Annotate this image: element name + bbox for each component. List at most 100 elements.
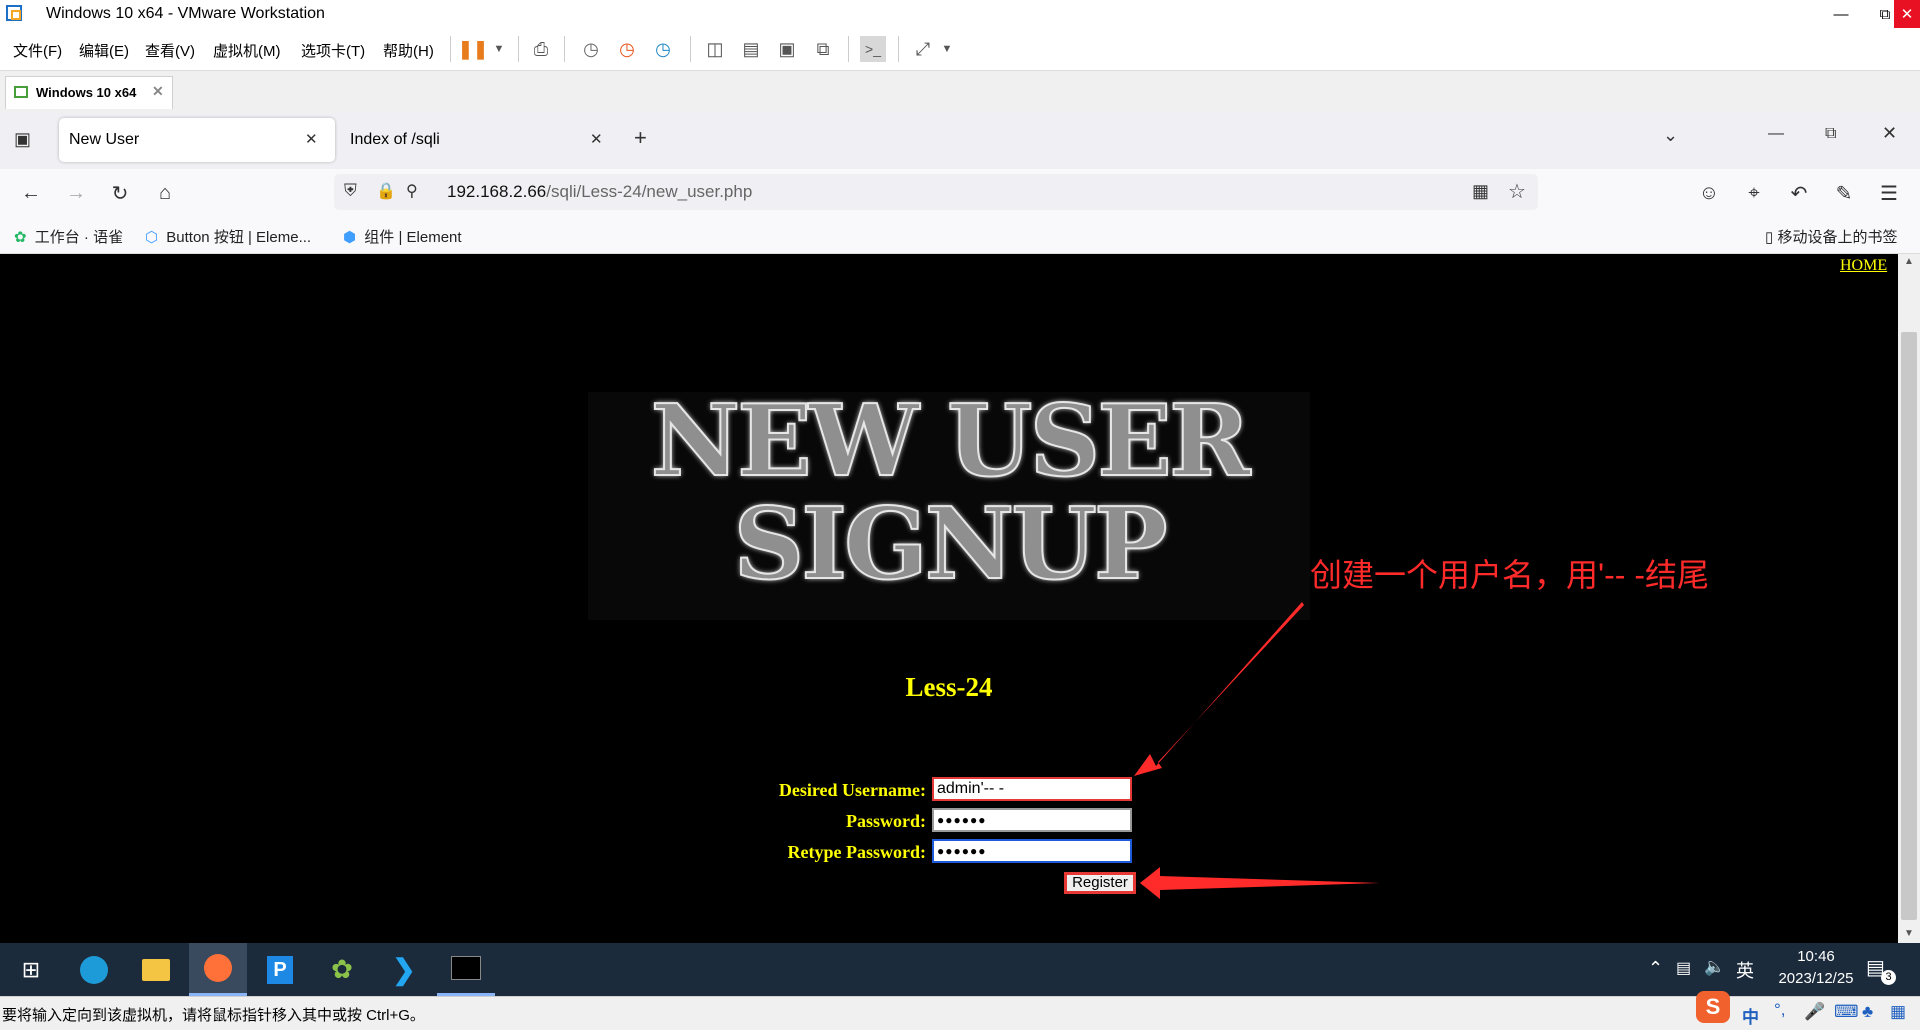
navicat-icon[interactable]: ✿ [313,943,371,996]
vmware-menu-bar: 文件(F) 编辑(E) 查看(V) 虚拟机(M) 选项卡(T) 帮助(H) ❚❚… [0,28,1920,71]
revert-snapshot-icon[interactable]: ◷ [614,36,640,62]
microphone-icon[interactable]: 🎤 [1804,1002,1825,1022]
close-icon[interactable]: ✕ [590,130,603,148]
unity-icon[interactable]: ⧉ [810,36,836,62]
ime-language[interactable]: 英 [1736,957,1754,983]
vm-tab[interactable]: Windows 10 x64 ✕ [5,76,173,109]
bookmark-label: 组件 | Element [364,229,462,246]
close-button[interactable]: ✕ [1882,123,1897,144]
file-explorer-icon[interactable] [127,943,185,996]
scroll-down-icon[interactable]: ▼ [1904,928,1914,939]
reload-icon[interactable]: ↻ [108,181,132,205]
account-icon[interactable]: ☺ [1697,181,1721,205]
vm-icon [14,86,28,98]
toolbar-separator [898,36,899,62]
element-icon: ⬡ [145,229,159,246]
snapshot-manager-icon[interactable]: ◷ [650,36,676,62]
shield-icon[interactable]: ⛨ [344,181,357,201]
sogou-ime-icon[interactable]: S [1696,991,1730,1023]
home-icon[interactable]: ⌂ [153,181,177,205]
snapshot-icon[interactable]: ◷ [578,36,604,62]
arrow-to-register [1140,867,1380,899]
toolbox-icon[interactable]: ▦ [1890,1002,1906,1022]
list-tabs-icon[interactable]: ⌄ [1663,125,1678,146]
url-path: /sqli/Less-24/new_user.php [546,182,753,201]
network-icon[interactable]: ▤ [1676,958,1691,978]
vmware-logo-icon [6,5,22,21]
mobile-bookmarks-label: 移动设备上的书签 [1777,229,1898,246]
send-ctrl-alt-del-icon[interactable]: ⎙ [528,36,554,62]
menu-icon[interactable]: ☰ [1877,181,1901,205]
close-button[interactable]: ✕ [1894,0,1920,28]
stretch-guest-icon[interactable]: ⤢ [910,36,936,62]
clock-date[interactable]: 2023/12/25 [1760,970,1872,987]
bookmark-label: 工作台 · 语雀 [34,229,124,246]
back-icon[interactable]: ← [19,181,43,205]
vm-tab-strip: Windows 10 x64 ✕ [0,71,1920,114]
notification-count: 3 [1881,970,1896,985]
bookmarks-bar: ✿ 工作台 · 语雀 ⬡ Button 按钮 | Eleme... ⬢ 组件 |… [0,217,1920,254]
url-host: 192.168.2.66 [447,182,547,201]
menu-edit[interactable]: 编辑(E) [79,40,129,61]
fullscreen-icon[interactable]: ▣ [774,36,800,62]
toolbar-separator [564,36,565,62]
close-icon[interactable]: ✕ [152,83,164,100]
vscode-icon[interactable]: ❯ [375,943,433,996]
dropdown-arrow-icon[interactable]: ▼ [486,36,512,62]
menu-file[interactable]: 文件(F) [13,40,62,61]
ime-mode[interactable]: 中 [1742,1003,1759,1028]
vmware-title-bar: Windows 10 x64 - VMware Workstation — ⧉ … [0,0,1920,28]
close-icon[interactable]: ✕ [305,130,318,148]
bookmark-element-components[interactable]: ⬢ 组件 | Element [343,226,462,247]
scroll-up-icon[interactable]: ▲ [1904,256,1914,267]
bookmark-star-icon[interactable]: ☆ [1508,179,1526,204]
menu-view[interactable]: 查看(V) [145,40,195,61]
bookmark-yuque[interactable]: ✿ 工作台 · 语雀 [14,226,123,247]
keyboard-icon[interactable]: ⌨ [1834,1002,1859,1022]
edge-icon[interactable] [65,943,123,996]
thumbnail-icon[interactable]: ▤ [738,36,764,62]
key-icon[interactable]: ⚲ [406,181,418,201]
bookmark-label: Button 按钮 | Eleme... [166,229,312,246]
p-app-icon[interactable]: P [251,943,309,996]
volume-icon[interactable]: 🔈 [1704,957,1725,977]
url-bar[interactable]: ⛨ 🔒 ⚲ 192.168.2.66/sqli/Less-24/new_user… [334,174,1538,210]
punctuation-icon[interactable]: °, [1774,1000,1786,1020]
console-view-icon[interactable]: >_ [860,36,886,62]
url-text[interactable]: 192.168.2.66/sqli/Less-24/new_user.php [447,182,752,202]
mobile-bookmarks[interactable]: ▯ 移动设备上的书签 [1765,226,1897,247]
qr-code-icon[interactable]: ▦ [1472,181,1489,202]
undo-icon[interactable]: ↶ [1787,181,1811,205]
show-hidden-icons-icon[interactable]: ⌃ [1648,958,1663,979]
bookmark-element-button[interactable]: ⬡ Button 按钮 | Eleme... [145,226,311,247]
menu-help[interactable]: 帮助(H) [383,40,434,61]
screenshot-crop-icon[interactable]: ⌖ [1742,181,1766,205]
arrow-to-username [1134,602,1304,776]
pause-icon[interactable]: ❚❚ [458,36,488,62]
library-icon[interactable]: ◫ [702,36,728,62]
extensions-icon[interactable]: ✎ [1832,181,1856,205]
toolbar-separator [450,36,451,62]
forward-icon[interactable]: → [64,181,88,205]
restore-button[interactable]: ⧉ [1825,125,1836,143]
tab-title: New User [69,131,140,148]
tab-new-user[interactable]: New User ✕ [59,118,335,162]
minimize-button[interactable]: — [1818,0,1864,28]
dropdown-arrow-icon[interactable]: ▼ [934,36,960,62]
menu-tabs[interactable]: 选项卡(T) [301,40,365,61]
firefox-view-icon[interactable]: ▣ [14,129,36,151]
terminal-icon[interactable] [437,943,495,996]
insecure-lock-icon[interactable]: 🔒 [376,181,396,201]
start-button[interactable]: ⊞ [2,943,60,996]
minimize-button[interactable]: — [1768,125,1784,143]
new-tab-icon[interactable]: + [634,125,647,151]
tab-index-sqli[interactable]: Index of /sqli ✕ [340,118,616,162]
skin-icon[interactable]: ♣ [1862,1002,1873,1022]
firefox-icon[interactable] [189,943,247,996]
menu-vm[interactable]: 虚拟机(M) [213,40,281,61]
scrollbar-thumb[interactable] [1901,332,1917,920]
clock-time[interactable]: 10:46 [1786,948,1846,965]
browser-tab-strip: ▣ New User ✕ Index of /sqli ✕ + ⌄ — ⧉ ✕ [0,113,1920,169]
mobile-icon: ▯ [1765,229,1774,246]
window-title: Windows 10 x64 - VMware Workstation [46,5,325,22]
